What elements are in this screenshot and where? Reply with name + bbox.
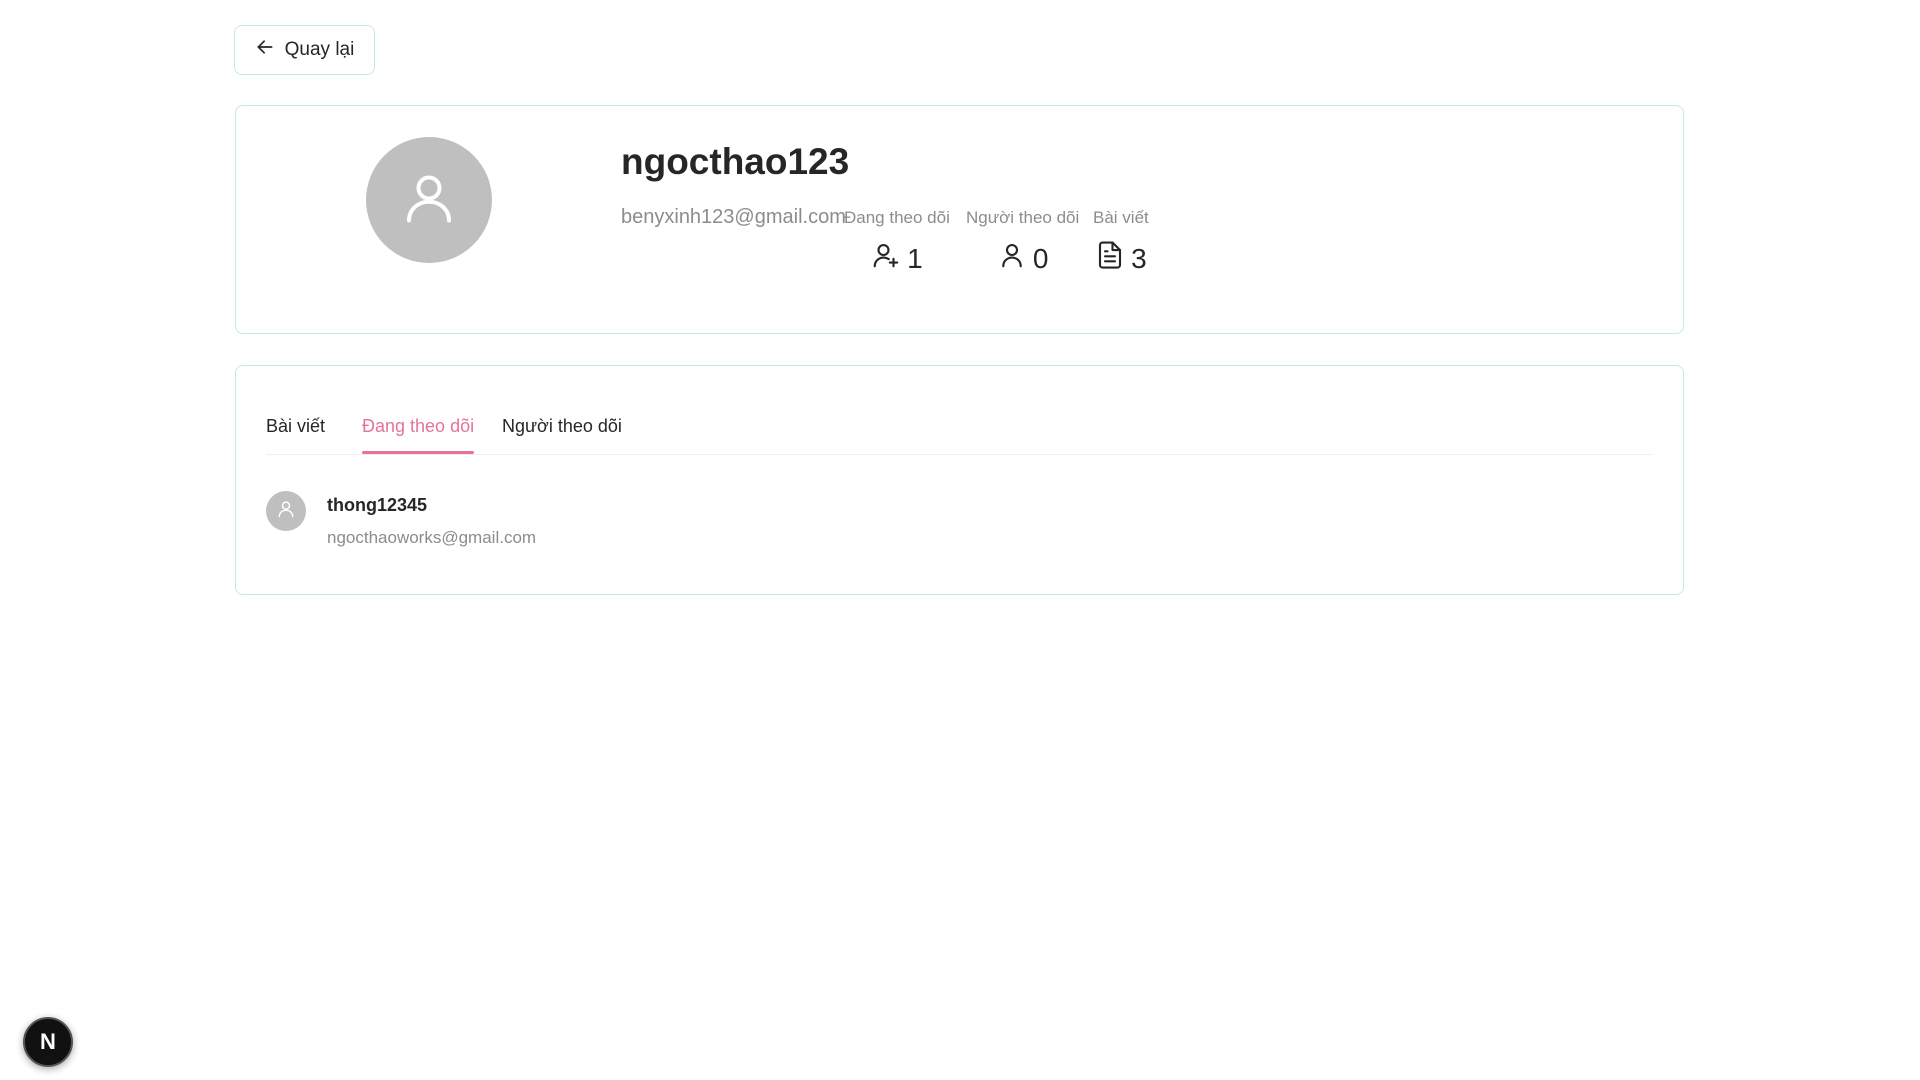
tabs-card: Bài viết Đang theo dõi Người theo dõi th… — [235, 365, 1684, 595]
stat-following[interactable]: Đang theo dõi 1 — [844, 208, 950, 277]
arrow-left-icon — [255, 37, 275, 63]
avatar — [266, 491, 306, 531]
stat-followers-value: 0 — [1032, 242, 1049, 274]
stat-posts[interactable]: Bài viết 3 — [1093, 208, 1149, 277]
user-icon — [997, 240, 1027, 277]
tab-bar: Bài viết Đang theo dõi Người theo dõi — [266, 366, 1653, 455]
profile-avatar — [366, 137, 492, 263]
list-item[interactable]: thong12345 ngocthaoworks@gmail.com — [266, 491, 1653, 561]
user-icon — [399, 168, 459, 233]
file-text-icon — [1095, 240, 1125, 277]
back-button[interactable]: Quay lại — [234, 25, 375, 75]
stat-followers-label: Người theo dõi — [966, 208, 1080, 227]
tab-following[interactable]: Đang theo dõi — [362, 416, 474, 437]
profile-page: Quay lại ngocthao123 benyxinh123@gmail.c… — [0, 0, 1920, 1080]
dev-tools-badge[interactable]: N — [23, 1017, 73, 1067]
profile-username: ngocthao123 — [621, 141, 850, 182]
list-item-email: ngocthaoworks@gmail.com — [327, 528, 537, 547]
profile-email: benyxinh123@gmail.com — [621, 206, 846, 228]
user-icon — [276, 499, 296, 524]
active-tab-indicator — [362, 451, 474, 454]
stat-following-value: 1 — [907, 242, 923, 274]
stat-posts-label: Bài viết — [1093, 208, 1149, 227]
stat-posts-value: 3 — [1131, 242, 1147, 274]
stat-following-label: Đang theo dõi — [844, 208, 950, 227]
back-button-label: Quay lại — [284, 39, 355, 60]
tab-followers[interactable]: Người theo dõi — [502, 416, 622, 437]
stat-followers[interactable]: Người theo dõi 0 — [966, 208, 1079, 277]
profile-card: ngocthao123 benyxinh123@gmail.com Đang t… — [235, 105, 1684, 334]
tab-posts[interactable]: Bài viết — [266, 416, 325, 437]
list-item-name[interactable]: thong12345 — [327, 495, 427, 516]
user-plus-icon — [871, 240, 901, 277]
